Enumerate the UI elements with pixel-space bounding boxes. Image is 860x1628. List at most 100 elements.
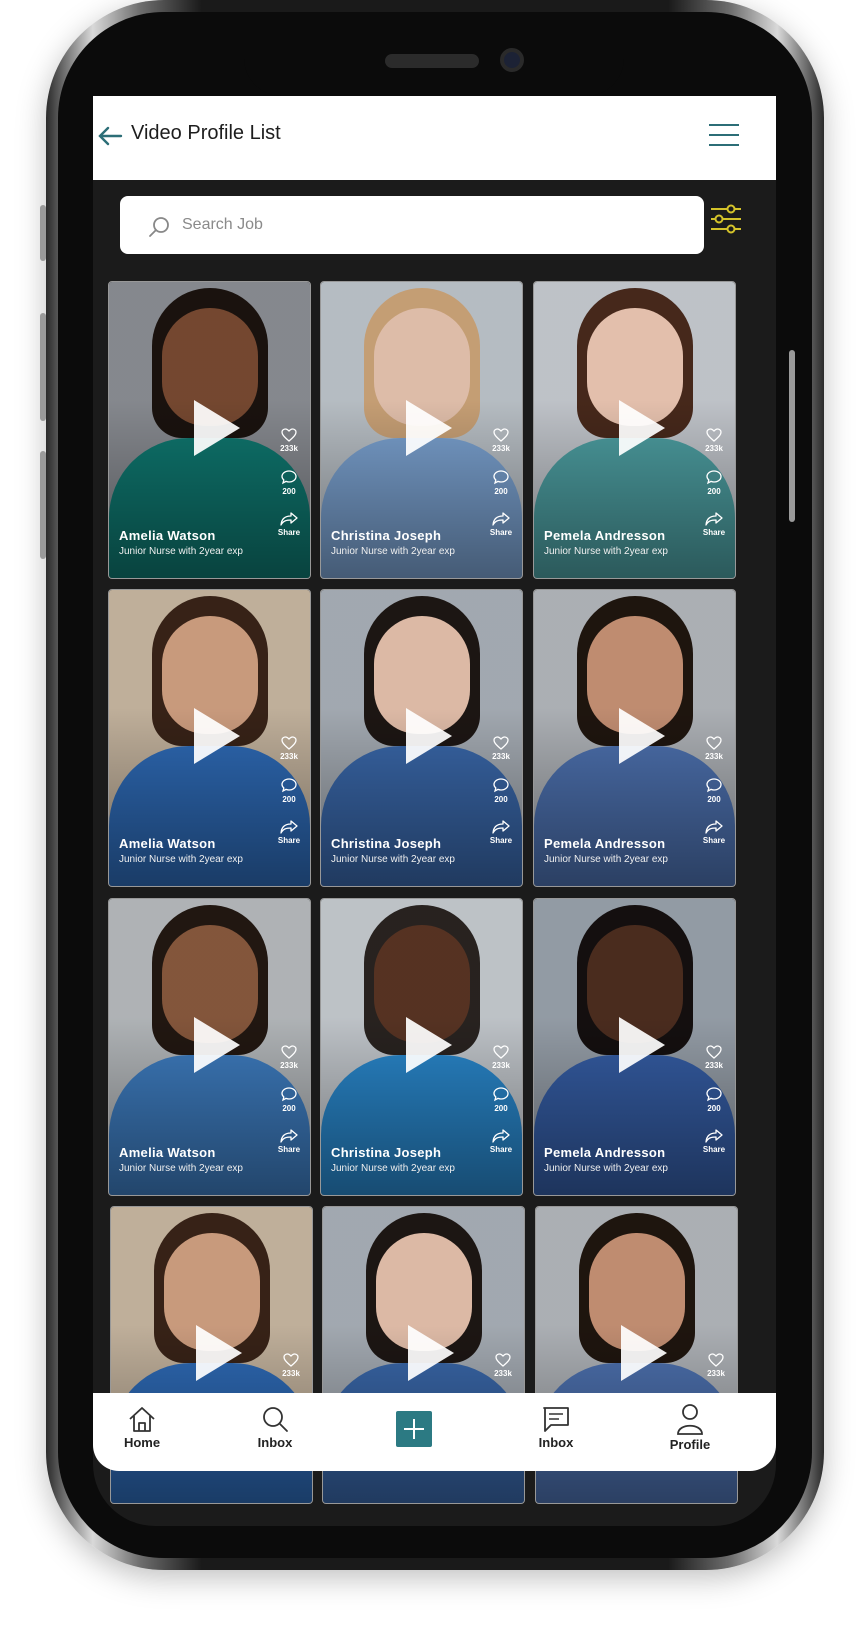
nav-home[interactable]: Home xyxy=(97,1405,187,1450)
nav-profile[interactable]: Profile xyxy=(645,1403,735,1452)
like-button[interactable]: 233k xyxy=(486,428,516,453)
play-icon[interactable] xyxy=(193,400,240,456)
play-icon[interactable] xyxy=(193,708,240,764)
like-count: 233k xyxy=(705,1061,723,1070)
engagement-stats: 233k 200 Share xyxy=(486,736,516,861)
share-icon xyxy=(486,512,516,526)
comment-count: 200 xyxy=(707,1104,721,1113)
heart-icon xyxy=(486,1045,516,1059)
comment-button[interactable]: 200 xyxy=(699,1086,729,1113)
video-profile-card[interactable]: 233k 200 Share Christina Joseph Junior Nurse… xyxy=(320,589,523,887)
share-button[interactable]: Share xyxy=(699,512,729,537)
search-icon xyxy=(263,1407,288,1432)
like-count: 233k xyxy=(707,1369,725,1378)
video-profile-card[interactable]: 233k 200 Share Amelia Watson Junior Nurse wi… xyxy=(108,898,311,1196)
share-button[interactable]: Share xyxy=(486,1129,516,1154)
comment-button[interactable]: 200 xyxy=(699,777,729,804)
like-button[interactable]: 233k xyxy=(486,736,516,761)
hamburger-menu-icon[interactable] xyxy=(709,124,739,148)
filter-sliders-icon[interactable] xyxy=(709,202,743,236)
search-input[interactable] xyxy=(182,196,682,254)
share-label: Share xyxy=(277,1145,301,1154)
comment-button[interactable]: 200 xyxy=(274,777,304,804)
play-icon[interactable] xyxy=(618,1017,665,1073)
profile-subtitle: Junior Nurse with 2year exp xyxy=(331,1163,455,1174)
profile-subtitle: Junior Nurse with 2year exp xyxy=(119,1163,243,1174)
video-profile-card[interactable]: 233k 200 Share Pemela Andresson Junior Nurse… xyxy=(533,589,736,887)
play-icon[interactable] xyxy=(618,708,665,764)
share-button[interactable]: Share xyxy=(699,820,729,845)
play-icon[interactable] xyxy=(618,400,665,456)
profile-name: Christina Joseph xyxy=(331,528,442,543)
camera xyxy=(500,48,524,72)
play-icon[interactable] xyxy=(193,1017,240,1073)
like-button[interactable]: 233k xyxy=(699,1045,729,1070)
search-icon xyxy=(149,217,169,237)
engagement-stats: 233k 200 Share xyxy=(486,428,516,553)
like-button[interactable]: 233k xyxy=(274,1045,304,1070)
comment-button[interactable]: 200 xyxy=(486,1086,516,1113)
video-profile-card[interactable]: 233k 200 Share Pemela Andresson Junior Nurse… xyxy=(533,898,736,1196)
profile-name: Amelia Watson xyxy=(119,836,216,851)
add-video-button[interactable] xyxy=(396,1411,432,1447)
volume-button xyxy=(40,313,46,421)
play-icon[interactable] xyxy=(405,1017,452,1073)
share-label: Share xyxy=(702,836,726,845)
video-profile-card[interactable]: 233k 200 Share Amelia Watson Junior Nurse wi… xyxy=(108,281,311,579)
nav-label-inbox: Inbox xyxy=(538,1435,574,1450)
like-button[interactable]: 233k xyxy=(486,1045,516,1070)
comment-button[interactable]: 200 xyxy=(699,469,729,496)
comment-count: 200 xyxy=(494,795,508,804)
heart-icon xyxy=(274,428,304,442)
comment-button[interactable]: 200 xyxy=(274,469,304,496)
profile-subtitle: Junior Nurse with 2year exp xyxy=(119,546,243,557)
engagement-stats: 233k xyxy=(488,1353,518,1394)
share-button[interactable]: Share xyxy=(274,512,304,537)
share-button[interactable]: Share xyxy=(486,512,516,537)
like-button[interactable]: 233k xyxy=(699,428,729,453)
comment-count: 200 xyxy=(494,1104,508,1113)
comment-button[interactable]: 200 xyxy=(486,469,516,496)
share-label: Share xyxy=(489,528,513,537)
share-button[interactable]: Share xyxy=(699,1129,729,1154)
app-header: Video Profile List xyxy=(93,96,776,180)
share-icon xyxy=(486,820,516,834)
nav-label-profile: Profile xyxy=(669,1437,711,1452)
nav-inbox[interactable]: Inbox xyxy=(511,1405,601,1450)
share-button[interactable]: Share xyxy=(486,820,516,845)
heart-icon xyxy=(699,736,729,750)
share-label: Share xyxy=(702,1145,726,1154)
like-button[interactable]: 233k xyxy=(274,428,304,453)
like-button[interactable]: 233k xyxy=(488,1353,518,1378)
video-profile-card[interactable]: 233k 200 Share Amelia Watson Junior Nurse wi… xyxy=(108,589,311,887)
comment-icon xyxy=(486,1086,516,1102)
like-button[interactable]: 233k xyxy=(276,1353,306,1378)
comment-button[interactable]: 200 xyxy=(274,1086,304,1113)
share-button[interactable]: Share xyxy=(274,820,304,845)
engagement-stats: 233k 200 Share xyxy=(699,1045,729,1170)
video-profile-card[interactable]: 233k 200 Share Christina Joseph Junior Nurse… xyxy=(320,281,523,579)
like-button[interactable]: 233k xyxy=(274,736,304,761)
app-screen: Video Profile List 233k 200 Share Amelia Wa… xyxy=(93,96,776,1526)
notch xyxy=(244,28,624,96)
nav-search[interactable]: Inbox xyxy=(230,1405,320,1450)
play-icon[interactable] xyxy=(405,708,452,764)
like-button[interactable]: 233k xyxy=(699,736,729,761)
share-label: Share xyxy=(489,1145,513,1154)
play-icon[interactable] xyxy=(195,1325,242,1381)
back-arrow-icon[interactable] xyxy=(97,124,123,148)
comment-icon xyxy=(274,777,304,793)
like-button[interactable]: 233k xyxy=(701,1353,731,1378)
engagement-stats: 233k xyxy=(701,1353,731,1394)
comment-icon xyxy=(699,1086,729,1102)
comment-button[interactable]: 200 xyxy=(486,777,516,804)
play-icon[interactable] xyxy=(407,1325,454,1381)
share-button[interactable]: Share xyxy=(274,1129,304,1154)
comment-count: 200 xyxy=(494,487,508,496)
play-icon[interactable] xyxy=(620,1325,667,1381)
profile-name: Amelia Watson xyxy=(119,528,216,543)
play-icon[interactable] xyxy=(405,400,452,456)
heart-icon xyxy=(486,736,516,750)
video-profile-card[interactable]: 233k 200 Share Pemela Andresson Junior Nurse… xyxy=(533,281,736,579)
video-profile-card[interactable]: 233k 200 Share Christina Joseph Junior Nurse… xyxy=(320,898,523,1196)
